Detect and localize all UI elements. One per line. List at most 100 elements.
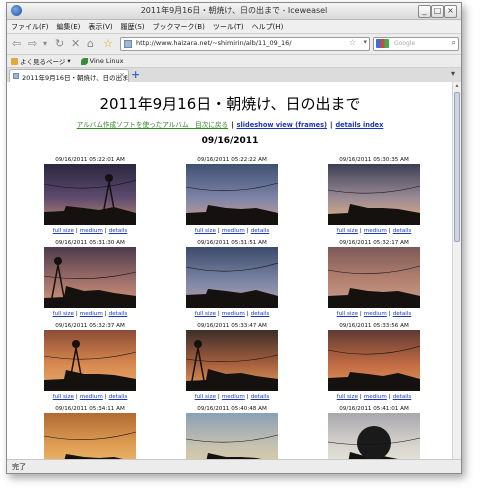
bookmark-vine-linux[interactable]: Vine Linux: [80, 57, 123, 65]
skyline-silhouette: [328, 185, 420, 225]
medium-link[interactable]: medium: [364, 311, 387, 317]
home-icon[interactable]: ⌂: [87, 37, 94, 51]
full-size-link[interactable]: full size: [53, 311, 74, 317]
medium-link[interactable]: medium: [222, 228, 245, 234]
photo-thumbnail[interactable]: [44, 330, 136, 391]
back-icon[interactable]: ⇦: [12, 37, 21, 51]
photo-cell: 09/16/2011 05:22:01 AM full size | medium | d…: [35, 156, 145, 234]
photo-thumbnail[interactable]: [328, 247, 420, 308]
full-size-link[interactable]: full size: [195, 311, 216, 317]
details-link[interactable]: details: [251, 311, 270, 317]
photo-thumbnail[interactable]: [186, 413, 278, 459]
slideshow-link[interactable]: slideshow view (frames): [237, 121, 327, 129]
photo-thumbnail[interactable]: [328, 164, 420, 225]
tab-list-icon[interactable]: ▾: [451, 69, 455, 78]
separator: |: [359, 311, 362, 317]
menu-bookmarks[interactable]: ブックマーク(B): [153, 22, 205, 32]
medium-link[interactable]: medium: [222, 394, 245, 400]
scrollbar-thumb[interactable]: [454, 92, 460, 242]
maximize-button[interactable]: □: [431, 5, 444, 18]
medium-link[interactable]: medium: [364, 228, 387, 234]
separator: |: [75, 311, 78, 317]
photo-thumbnail[interactable]: [44, 247, 136, 308]
photo-links: full size | medium | details: [177, 311, 287, 317]
vertical-scrollbar[interactable]: ▴: [452, 82, 461, 459]
photo-links: full size | medium | details: [177, 228, 287, 234]
menu-history[interactable]: 履歴(S): [121, 22, 145, 32]
search-box[interactable]: Google ⌕: [373, 37, 459, 51]
full-size-link[interactable]: full size: [195, 394, 216, 400]
url-dropdown-icon[interactable]: ▾: [363, 38, 367, 46]
stop-icon[interactable]: ✕: [71, 37, 80, 51]
photo-thumbnail[interactable]: [186, 330, 278, 391]
tab-current[interactable]: 2011年9月16日・朝焼け、日の出まで ×: [9, 69, 129, 83]
separator: |: [104, 228, 107, 234]
reload-icon[interactable]: ↻: [55, 37, 64, 51]
details-link[interactable]: details: [393, 311, 412, 317]
menu-view[interactable]: 表示(V): [88, 22, 112, 32]
photo-links: full size | medium | details: [35, 228, 145, 234]
details-link[interactable]: details: [109, 394, 128, 400]
full-size-link[interactable]: full size: [337, 228, 358, 234]
title-bar[interactable]: 2011年9月16日・朝焼け、日の出まで - Iceweasel _ □ ×: [7, 3, 461, 20]
close-button[interactable]: ×: [444, 5, 457, 18]
separator: |: [217, 228, 220, 234]
medium-link[interactable]: medium: [222, 311, 245, 317]
url-bar[interactable]: http://www.haizara.net/~shimirin/alb/11_…: [120, 37, 370, 51]
separator: |: [75, 394, 78, 400]
bookmark-star-icon[interactable]: ☆: [103, 37, 113, 51]
history-dropdown-icon[interactable]: ▾: [43, 37, 47, 51]
details-index-link[interactable]: details index: [335, 121, 383, 129]
album-index-link[interactable]: アルバム作成ソフトを使ったアルバム 目次に戻る: [77, 121, 229, 129]
star-icon[interactable]: ☆: [349, 38, 356, 47]
photo-thumbnail[interactable]: [44, 413, 136, 459]
menu-tools[interactable]: ツール(T): [213, 22, 244, 32]
search-engine-icon[interactable]: [376, 39, 389, 48]
full-size-link[interactable]: full size: [337, 394, 358, 400]
scroll-up-icon[interactable]: ▴: [453, 82, 461, 90]
menu-file[interactable]: ファイル(F): [11, 22, 49, 32]
skyline-silhouette: [328, 426, 420, 459]
forward-icon[interactable]: ⇨: [28, 37, 37, 51]
album-date: 09/16/2011: [201, 136, 259, 146]
medium-link[interactable]: medium: [80, 228, 103, 234]
details-link[interactable]: details: [251, 228, 270, 234]
photo-thumbnail[interactable]: [186, 247, 278, 308]
photo-timestamp: 09/16/2011 05:40:48 AM: [197, 406, 267, 412]
medium-link[interactable]: medium: [364, 394, 387, 400]
separator: |: [388, 311, 391, 317]
bookmark-most-visited[interactable]: よく見るページ ▾: [11, 56, 71, 66]
details-link[interactable]: details: [109, 311, 128, 317]
page-title: 2011年9月16日・朝焼け、日の出まで: [99, 95, 361, 113]
full-size-link[interactable]: full size: [195, 228, 216, 234]
minimize-button[interactable]: _: [418, 5, 431, 18]
photo-thumbnail[interactable]: [44, 164, 136, 225]
photo-thumbnail[interactable]: [328, 330, 420, 391]
menu-edit[interactable]: 編集(E): [57, 22, 81, 32]
full-size-link[interactable]: full size: [53, 394, 74, 400]
url-text[interactable]: http://www.haizara.net/~shimirin/alb/11_…: [136, 39, 292, 47]
medium-link[interactable]: medium: [80, 394, 103, 400]
search-icon[interactable]: ⌕: [452, 38, 456, 48]
photo-cell: 09/16/2011 05:31:51 AM full size | medium | d…: [177, 239, 287, 317]
photo-thumbnail[interactable]: [186, 164, 278, 225]
separator: |: [231, 121, 234, 129]
folder-icon: [11, 57, 18, 65]
details-link[interactable]: details: [251, 394, 270, 400]
separator: |: [388, 228, 391, 234]
status-text: 完了: [12, 463, 26, 471]
full-size-link[interactable]: full size: [337, 311, 358, 317]
skyline-silhouette: [328, 345, 420, 391]
details-link[interactable]: details: [393, 394, 412, 400]
photo-timestamp: 09/16/2011 05:30:35 AM: [339, 157, 409, 163]
full-size-link[interactable]: full size: [53, 228, 74, 234]
photo-links: full size | medium | details: [35, 311, 145, 317]
details-link[interactable]: details: [109, 228, 128, 234]
menu-help[interactable]: ヘルプ(H): [252, 22, 284, 32]
photo-thumbnail[interactable]: [328, 413, 420, 459]
window-title: 2011年9月16日・朝焼け、日の出まで - Iceweasel: [140, 6, 328, 15]
medium-link[interactable]: medium: [80, 311, 103, 317]
details-link[interactable]: details: [393, 228, 412, 234]
new-tab-icon[interactable]: +: [131, 68, 140, 81]
tab-close-icon[interactable]: ×: [119, 71, 125, 79]
